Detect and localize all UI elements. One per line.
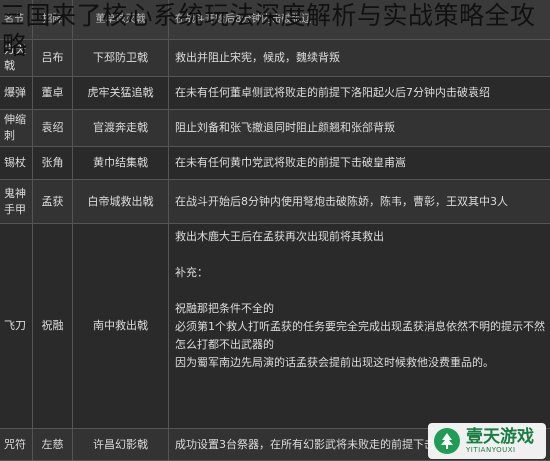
table-row: 鬼神手甲 孟获 白帝城救出戟 在战斗开始后8分钟内使用弩炮击破陈娇，陈韦，曹彰，… <box>0 180 550 224</box>
stage-name: 许昌幻影戟 <box>73 429 169 460</box>
general-name: 孟获 <box>33 180 73 223</box>
condition-line: 因为蜀军南边先局演的话孟获会提前出现这时候救他没费重品的。 <box>175 356 494 369</box>
watermark-sub: YITIANYOUXI <box>466 445 516 454</box>
tree-icon <box>434 428 460 454</box>
stage-name: 黄巾结集戟 <box>73 147 169 179</box>
general-name: 祝融 <box>33 224 73 428</box>
condition-text: 在未有任何董卓侧武将败走的前提下洛阳起火后7分钟内击破袁绍 <box>175 86 490 99</box>
weapon-name: 爆弹 <box>0 77 33 109</box>
weapon-name: 伸缩刺 <box>0 110 33 146</box>
data-table: 名节 招降 董卓诛灭戟 在战斗开始后8分钟内击破张辽 方天戟 吕布 下邳防卫戟 … <box>0 0 550 461</box>
condition-text: 阻止刘备和张飞撤退同时阻止颜翘和张郃背叛 <box>175 121 395 134</box>
table-row: 爆弹 董卓 虎牢关猛追戟 在未有任何董卓侧武将败走的前提下洛阳起火后7分钟内击破… <box>0 77 550 110</box>
general-name: 左慈 <box>33 429 73 460</box>
condition-text: 在未有任何黄巾党武将败走的前提下击破皇甫嵩 <box>175 156 406 169</box>
table-row: 飞刀 祝融 南中救出戟 救出木鹿大王后在孟获再次出现前将其救出 补充： 祝融那把… <box>0 224 550 429</box>
general-name: 吕布 <box>33 40 73 76</box>
stage-name: 官渡奔走戟 <box>73 110 169 146</box>
general-name: 董卓 <box>33 77 73 109</box>
condition-line <box>175 282 179 300</box>
site-watermark: 壹天游戏 YITIANYOUXI <box>428 423 546 459</box>
condition-text: 在战斗开始后8分钟内使用弩炮击破陈娇，陈韦，曹彰，王双其中3人 <box>175 194 508 208</box>
condition-line: 必须第1个救人打听孟获的任务要完全完成出现孟获消息依然不明的提示不然怎么打都不出… <box>175 320 545 351</box>
stage-name: 虎牢关猛追戟 <box>73 77 169 109</box>
condition-text: 救出并阻止宋宪，候成，魏续背叛 <box>175 51 340 64</box>
condition-line: 祝融那把条件不全的 <box>175 302 274 315</box>
table-row: 锡杖 张角 黄巾结集戟 在未有任何黄巾党武将败走的前提下击破皇甫嵩 <box>0 147 550 180</box>
stage-name: 白帝城救出戟 <box>73 180 169 223</box>
table-row: 方天戟 吕布 下邳防卫戟 救出并阻止宋宪，候成，魏续背叛 <box>0 40 550 77</box>
condition-text: 救出木鹿大王后在孟获再次出现前将其救出 补充： 祝融那把条件不全的 必须第1个救… <box>169 224 550 428</box>
stage-name: 南中救出戟 <box>73 224 169 428</box>
watermark-name: 壹天游戏 <box>466 426 534 447</box>
condition-line: 救出木鹿大王后在孟获再次出现前将其救出 <box>175 230 384 243</box>
general-name: 袁绍 <box>33 110 73 146</box>
weapon-name: 鬼神手甲 <box>0 180 33 223</box>
condition-line <box>175 246 179 264</box>
general-name: 张角 <box>33 147 73 179</box>
condition-line: 补充： <box>175 266 208 279</box>
weapon-name: 锡杖 <box>0 147 33 179</box>
table-row: 伸缩刺 袁绍 官渡奔走戟 阻止刘备和张飞撤退同时阻止颜翘和张郃背叛 <box>0 110 550 147</box>
weapon-name: 咒符 <box>0 429 33 460</box>
weapon-name: 飞刀 <box>0 224 33 428</box>
title-line-1: 三国来了核心系统玩法深度解析与实战策略全攻 <box>0 1 536 30</box>
title-line-2: 略 <box>2 31 28 60</box>
stage-name: 下邳防卫戟 <box>73 40 169 76</box>
